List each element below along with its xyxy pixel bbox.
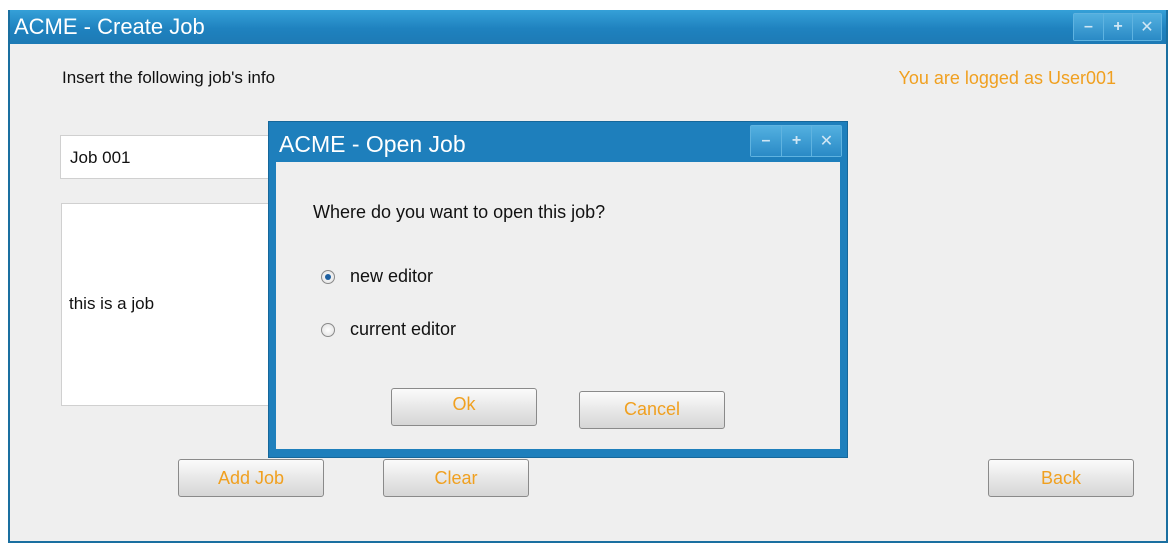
radio-new-editor[interactable]: new editor (321, 266, 433, 287)
open-job-dialog: ACME - Open Job – + ✕ Where do you want … (268, 121, 848, 458)
ok-button[interactable]: Ok (391, 388, 537, 426)
dialog-titlebar[interactable]: ACME - Open Job – + ✕ (269, 122, 847, 162)
maximize-icon[interactable]: + (1103, 14, 1132, 40)
window-titlebar[interactable]: ACME - Create Job – + ✕ (10, 10, 1166, 44)
radio-button-unselected[interactable] (321, 322, 335, 337)
cancel-button[interactable]: Cancel (579, 391, 725, 429)
intro-label: Insert the following job's info (62, 68, 276, 87)
clear-button[interactable]: Clear (383, 459, 529, 497)
radio-label-current-editor: current editor (350, 319, 457, 339)
add-job-button[interactable]: Add Job (178, 459, 324, 497)
radio-label-new-editor: new editor (350, 266, 434, 286)
window-controls: – + ✕ (1073, 13, 1162, 41)
window-title: ACME - Create Job (14, 14, 205, 39)
dialog-window-controls: – + ✕ (750, 125, 842, 157)
radio-button-selected[interactable] (321, 269, 335, 284)
close-icon[interactable]: ✕ (1132, 14, 1161, 40)
radio-dot (325, 273, 331, 280)
maximize-icon[interactable]: + (781, 126, 811, 156)
back-button[interactable]: Back (988, 459, 1134, 497)
radio-current-editor[interactable]: current editor (321, 319, 456, 340)
dialog-title: ACME - Open Job (279, 131, 466, 157)
minimize-icon[interactable]: – (751, 126, 781, 156)
dialog-body: Where do you want to open this job? new … (276, 162, 840, 449)
dialog-question: Where do you want to open this job? (313, 202, 606, 222)
minimize-icon[interactable]: – (1074, 14, 1103, 40)
logged-user-label: You are logged as User001 (898, 68, 1117, 88)
close-icon[interactable]: ✕ (811, 126, 841, 156)
